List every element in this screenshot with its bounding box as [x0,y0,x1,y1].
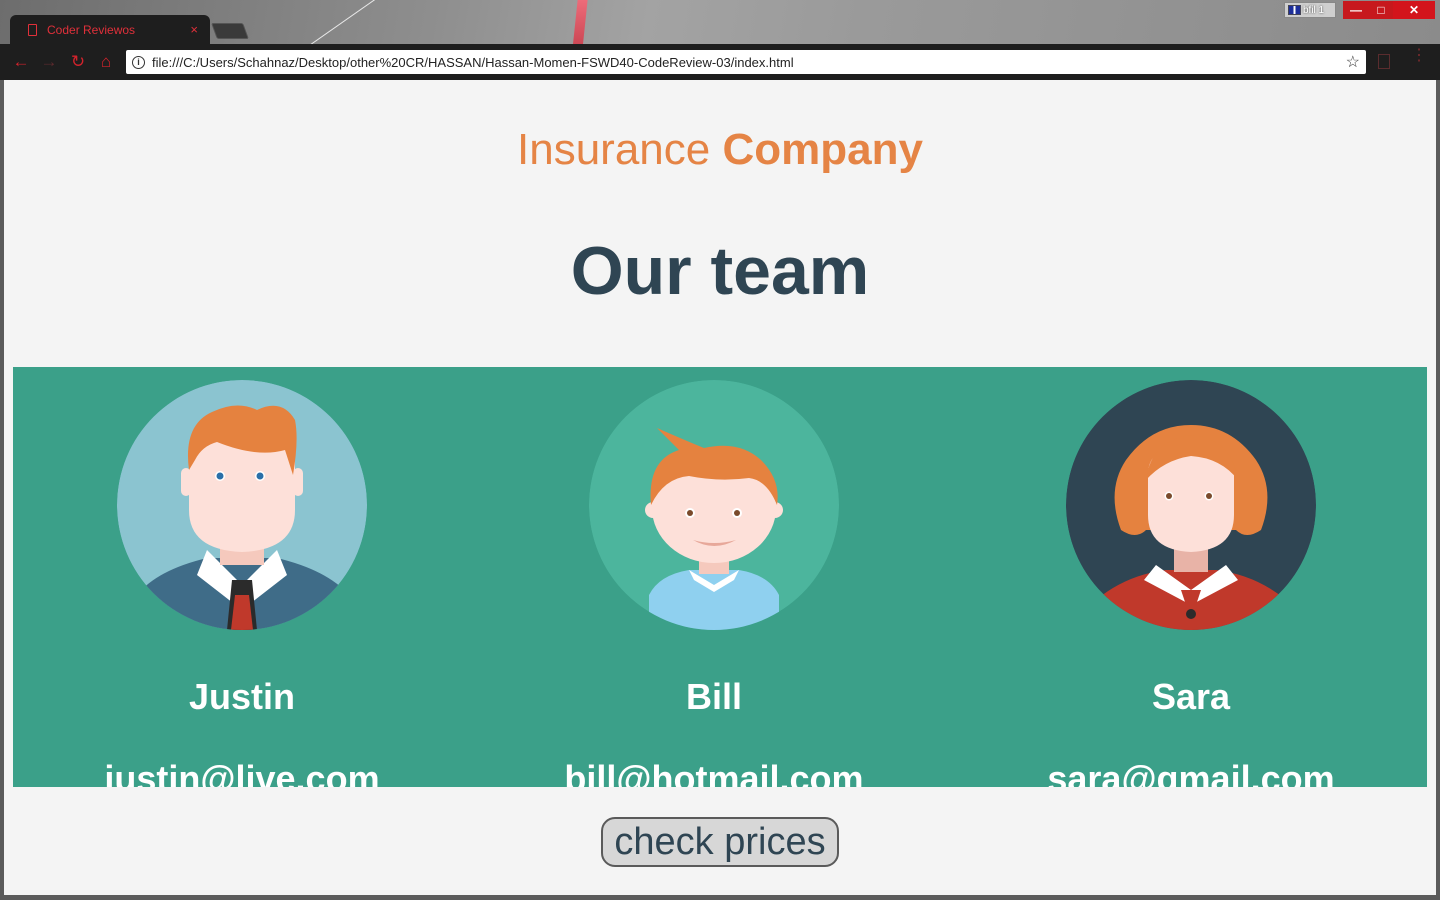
member-email[interactable]: justin@live.com [82,758,402,787]
reload-icon[interactable]: ↻ [67,52,89,72]
file-icon [28,23,37,36]
maximize-button[interactable]: □ [1369,1,1393,19]
boy-avatar-icon [589,380,839,630]
check-prices-button[interactable]: check prices [601,817,839,867]
url-text[interactable]: file:///C:/Users/Schahnaz/Desktop/other%… [152,55,1346,70]
profile-label: bfil 1 [1303,4,1325,16]
back-arrow-icon[interactable]: ← [10,52,32,72]
team-member-card: Sara sara@gmail.com [1031,380,1351,787]
flag-icon [1288,5,1301,15]
address-bar[interactable]: i file:///C:/Users/Schahnaz/Desktop/othe… [126,50,1366,74]
member-email[interactable]: bill@hotmail.com [554,758,874,787]
wallpaper-line [307,0,383,44]
tab-title: Coder Reviewos [47,22,136,37]
window-titlebar: Coder Reviewos × bfil 1 — □ ✕ [0,0,1440,44]
team-section: Justin justin@live.com Bill bill@hotmail… [13,367,1427,787]
profile-button[interactable]: bfil 1 [1284,2,1336,18]
wallpaper-streak [571,0,589,44]
browser-toolbar: ← → ↻ ⌂ i file:///C:/Users/Schahnaz/Desk… [0,44,1440,80]
member-name: Sara [1151,676,1231,717]
close-window-button[interactable]: ✕ [1393,1,1435,19]
tab-close-icon[interactable]: × [190,22,198,37]
browser-tab[interactable]: Coder Reviewos × [10,15,210,44]
woman-avatar-icon [1066,380,1316,630]
minimize-button[interactable]: — [1343,1,1369,19]
bookmark-star-icon[interactable]: ☆ [1346,52,1360,72]
window-frame-right [1436,80,1440,900]
brand-title: Insurance Company [4,125,1436,175]
man-with-tie-avatar-icon [117,380,367,630]
page-title: Our team [570,233,870,309]
window-frame-bottom [0,895,1440,900]
bookmark-extension-icon[interactable] [1378,54,1390,69]
brand-bold: Company [722,125,923,174]
menu-dots-icon[interactable]: ⋮ [1411,48,1427,64]
team-member-card: Bill bill@hotmail.com [554,380,874,787]
member-name: Bill [685,676,742,717]
member-email[interactable]: sara@gmail.com [1031,758,1351,787]
team-member-card: Justin justin@live.com [82,380,402,787]
member-name: Justin [188,676,295,717]
forward-arrow-icon[interactable]: → [38,52,60,72]
new-tab-button[interactable] [211,23,249,39]
info-icon[interactable]: i [132,55,145,69]
page-viewport: Insurance Company Our team Justin justin… [4,80,1436,895]
home-icon[interactable]: ⌂ [95,52,117,72]
brand-light: Insurance [517,125,711,174]
